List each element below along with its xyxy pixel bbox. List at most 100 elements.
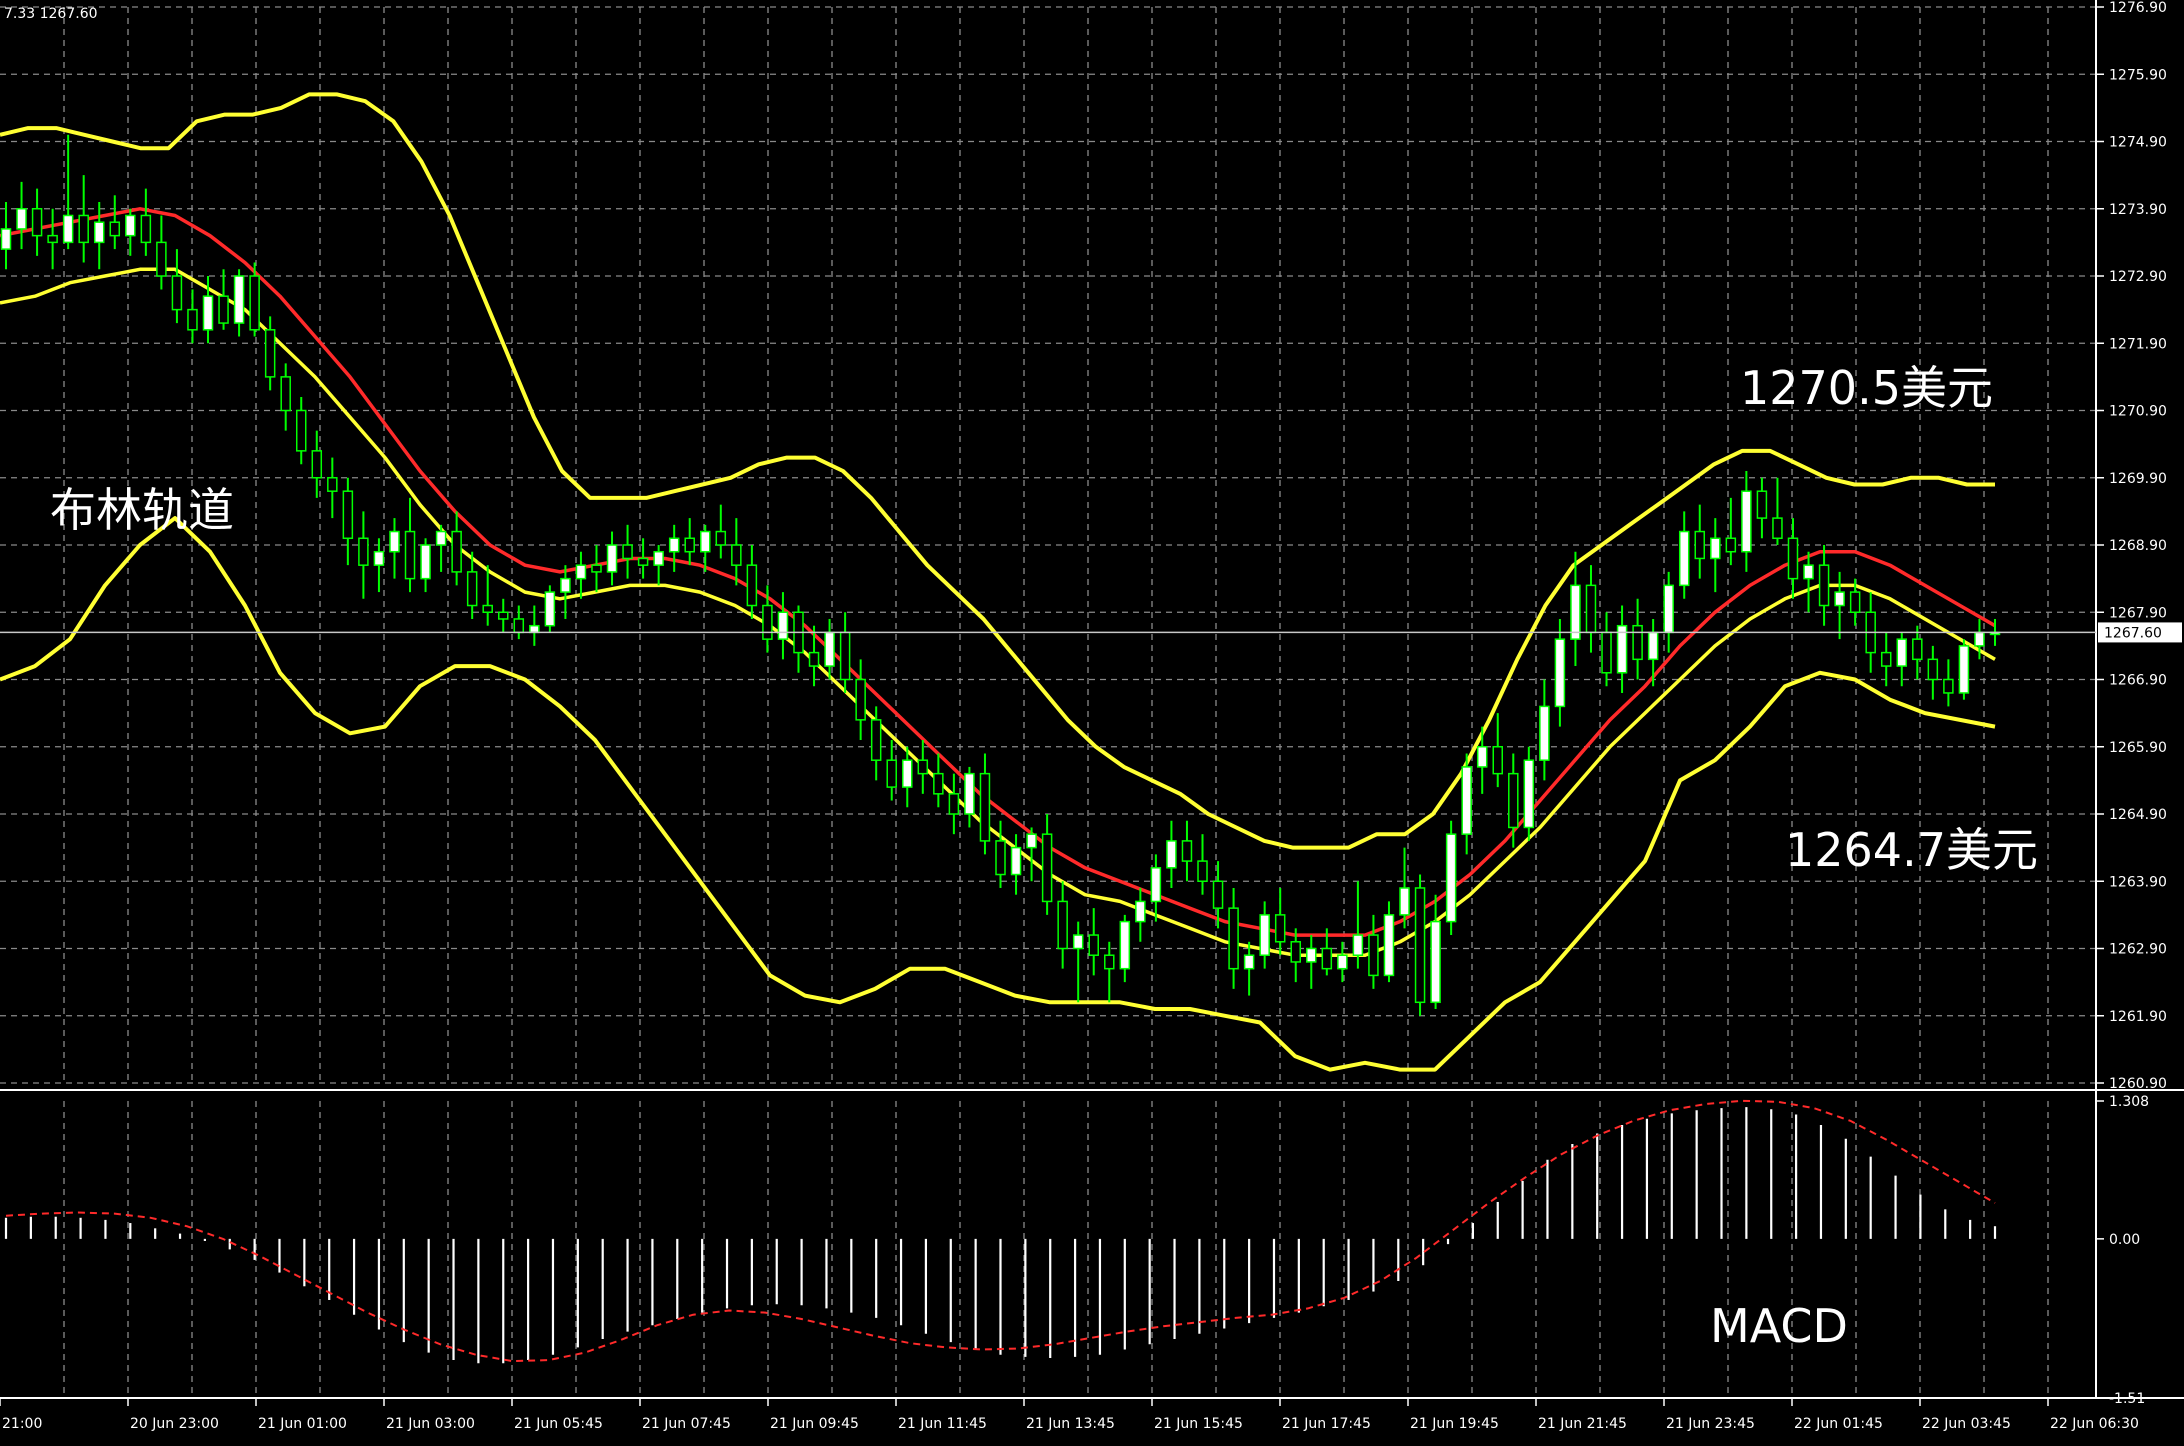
candle-body bbox=[1290, 941, 1301, 963]
candle-body bbox=[1694, 530, 1706, 560]
candle-body bbox=[342, 490, 354, 540]
time-tick-label: 22 Jun 03:45 bbox=[1922, 1416, 2011, 1432]
candle-body bbox=[1632, 624, 1643, 661]
price-tick-label: 1274.90 bbox=[2109, 135, 2167, 151]
candle-body bbox=[544, 591, 556, 627]
candle-body bbox=[1259, 914, 1270, 956]
candle-body bbox=[1274, 914, 1286, 943]
macd-tick-label: 1.308 bbox=[2109, 1094, 2149, 1110]
candle-body bbox=[886, 759, 897, 788]
candle-body bbox=[715, 530, 727, 546]
candle-body bbox=[591, 564, 602, 573]
candle-body bbox=[1647, 631, 1659, 661]
macd-label: MACD bbox=[1710, 1299, 1848, 1353]
candle-body bbox=[31, 208, 43, 237]
candle-body bbox=[995, 840, 1006, 876]
candle-body bbox=[1476, 746, 1488, 768]
candle-body bbox=[1088, 934, 1099, 956]
time-tick-label: 21 Jun 13:45 bbox=[1026, 1416, 1115, 1432]
candle-body bbox=[233, 275, 245, 324]
candle-body bbox=[1461, 766, 1472, 835]
symbol-header: 7.33 1267.60 bbox=[4, 6, 98, 22]
candle-body bbox=[404, 530, 416, 580]
price-tick-label: 1262.90 bbox=[2109, 942, 2167, 958]
macd-tick-label: 0.00 bbox=[2109, 1232, 2140, 1248]
time-tick-label: 21 Jun 09:45 bbox=[770, 1416, 859, 1432]
candle-body bbox=[964, 772, 975, 815]
candle-body bbox=[684, 537, 695, 553]
candle-body bbox=[264, 329, 276, 378]
candle-body bbox=[1958, 645, 1970, 694]
candle-body bbox=[870, 719, 882, 761]
candle-body bbox=[202, 295, 214, 331]
candle-body bbox=[1601, 631, 1612, 674]
candle-body bbox=[606, 544, 618, 573]
candle-body bbox=[1880, 651, 1892, 667]
candle-body bbox=[1399, 887, 1410, 916]
candle-body bbox=[746, 564, 758, 607]
time-tick-label: 21:00 bbox=[2, 1416, 42, 1432]
current-price-label: 1267.60 bbox=[2104, 625, 2162, 641]
price-tick-label: 1268.90 bbox=[2109, 538, 2167, 554]
time-tick-label: 21 Jun 07:45 bbox=[642, 1416, 731, 1432]
candle-body bbox=[156, 241, 167, 277]
candle-body bbox=[1243, 954, 1255, 970]
candle-body bbox=[1414, 887, 1426, 1004]
time-tick-label: 21 Jun 21:45 bbox=[1538, 1416, 1627, 1432]
candle-body bbox=[979, 772, 991, 842]
candle-body bbox=[1834, 591, 1845, 607]
candle-body bbox=[1943, 678, 1954, 694]
candle-body bbox=[1803, 564, 1814, 580]
candle-body bbox=[1678, 530, 1690, 587]
candle-body bbox=[1818, 564, 1830, 607]
price-tick-label: 1264.90 bbox=[2109, 807, 2167, 823]
candle-body bbox=[358, 537, 369, 566]
candle-body bbox=[948, 793, 960, 815]
price-tick-label: 1271.90 bbox=[2109, 336, 2167, 352]
candle-body bbox=[1104, 954, 1115, 970]
candle-body bbox=[560, 577, 571, 593]
candle-body bbox=[1041, 833, 1053, 903]
candle-body bbox=[1337, 954, 1348, 970]
candle-body bbox=[762, 604, 773, 640]
candle-body bbox=[389, 530, 400, 553]
candle-body bbox=[808, 651, 820, 667]
candle-body bbox=[529, 624, 540, 634]
candle-body bbox=[1072, 934, 1084, 950]
candle-body bbox=[47, 234, 58, 244]
candle-body bbox=[218, 295, 229, 324]
candle-body bbox=[700, 530, 711, 553]
candle-body bbox=[637, 557, 649, 566]
time-tick-label: 22 Jun 01:45 bbox=[1794, 1416, 1883, 1432]
price-tick-label: 1272.90 bbox=[2109, 269, 2167, 285]
candle-body bbox=[109, 221, 121, 237]
candle-body bbox=[311, 450, 323, 479]
candle-body bbox=[451, 530, 462, 573]
candle-body bbox=[1585, 584, 1597, 634]
price-tick-label: 1273.90 bbox=[2109, 202, 2167, 218]
price-tick-label: 1263.90 bbox=[2109, 874, 2167, 890]
time-tick-label: 21 Jun 03:00 bbox=[386, 1416, 475, 1432]
candle-body bbox=[280, 376, 291, 412]
candle-body bbox=[1741, 490, 1752, 553]
macd-tick-label: -1.51 bbox=[2109, 1391, 2145, 1407]
candle-body bbox=[917, 759, 929, 775]
candle-body bbox=[327, 477, 338, 492]
lower-level-label: 1264.7美元 bbox=[1785, 823, 2038, 877]
time-tick-label: 21 Jun 15:45 bbox=[1154, 1416, 1243, 1432]
price-tick-label: 1265.90 bbox=[2109, 740, 2167, 756]
candle-body bbox=[125, 214, 136, 237]
candle-body bbox=[513, 618, 525, 634]
candle-body bbox=[16, 208, 27, 230]
candle-body bbox=[1539, 705, 1550, 761]
candle-body bbox=[373, 550, 385, 566]
candle-body bbox=[1523, 759, 1535, 829]
candle-body bbox=[839, 631, 851, 681]
candle-body bbox=[1228, 907, 1239, 970]
candle-body bbox=[249, 275, 260, 331]
candle-body bbox=[902, 759, 913, 788]
candle-body bbox=[78, 214, 89, 244]
bollinger-label: 布林轨道 bbox=[50, 483, 234, 537]
candle-body bbox=[653, 550, 664, 566]
time-tick-label: 21 Jun 19:45 bbox=[1410, 1416, 1499, 1432]
